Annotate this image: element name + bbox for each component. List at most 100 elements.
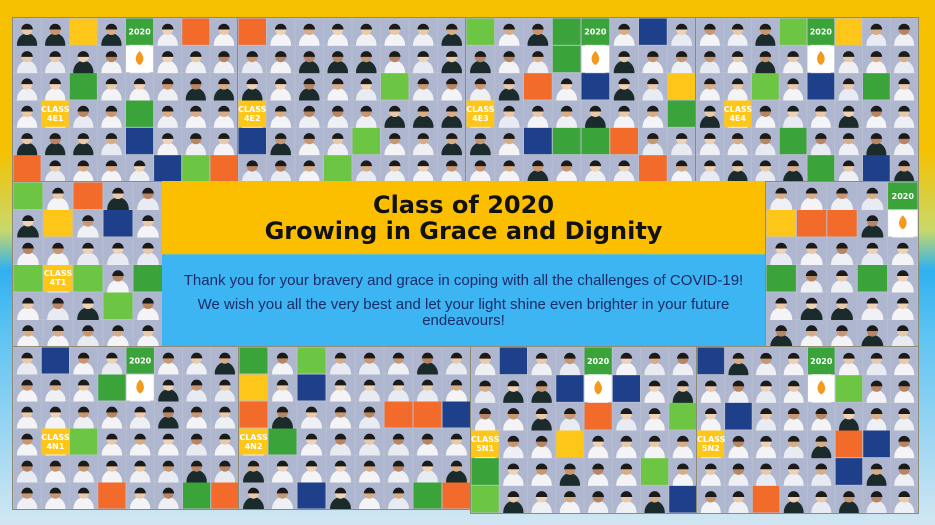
color-block xyxy=(182,18,210,45)
student-photo xyxy=(103,320,133,347)
student-photo xyxy=(352,155,380,182)
color-block xyxy=(752,485,780,513)
message-line-2: We wish you all the very best and let yo… xyxy=(197,295,730,329)
color-block xyxy=(524,73,552,100)
color-block xyxy=(133,265,163,292)
photo-grid: 2020 xyxy=(766,182,918,347)
class-collage-4e3: 2020 CLASS 4E3 xyxy=(465,17,697,183)
student-photo xyxy=(667,155,696,182)
color-block xyxy=(835,430,863,458)
color-block xyxy=(639,18,667,45)
color-block xyxy=(807,73,835,100)
class-collage-4e2: CLASS 4E2 xyxy=(237,17,467,183)
color-block xyxy=(352,127,380,155)
student-photo xyxy=(724,155,751,182)
student-photo xyxy=(154,482,182,509)
message-line-1: Thank you for your bravery and grace in … xyxy=(183,271,744,289)
student-photo xyxy=(438,155,466,182)
color-block xyxy=(556,430,584,458)
class-label: CLASS 4T1 xyxy=(43,269,73,288)
color-block xyxy=(324,155,352,182)
color-block xyxy=(552,45,581,73)
color-block xyxy=(381,73,409,100)
student-photo xyxy=(528,485,556,513)
color-block xyxy=(182,155,210,182)
photo-grid: 2020 xyxy=(696,18,918,182)
student-photo xyxy=(725,485,752,513)
student-photo xyxy=(780,485,807,513)
student-photo xyxy=(581,155,610,182)
title-line-2: Growing in Grace and Dignity xyxy=(264,216,663,245)
color-block xyxy=(639,155,667,182)
student-photo xyxy=(752,155,779,182)
color-block xyxy=(13,265,43,292)
color-block xyxy=(667,73,696,100)
color-block xyxy=(863,73,890,100)
student-photo xyxy=(495,155,523,182)
color-block xyxy=(126,100,154,127)
student-photo xyxy=(556,485,584,513)
student-photo xyxy=(641,485,669,513)
color-block xyxy=(98,482,126,509)
color-block xyxy=(835,18,862,45)
color-block xyxy=(98,374,126,401)
photo-grid xyxy=(239,347,471,509)
student-photo xyxy=(779,155,807,182)
student-photo xyxy=(499,485,527,513)
student-photo xyxy=(69,155,97,182)
color-block xyxy=(239,347,268,374)
student-photo xyxy=(584,485,612,513)
color-block xyxy=(552,18,581,45)
student-photo xyxy=(612,485,640,513)
color-block xyxy=(41,347,69,374)
color-block xyxy=(70,428,98,455)
student-photo xyxy=(827,320,857,347)
photo-grid xyxy=(13,182,163,347)
title-line-1: Class of 2020 xyxy=(372,190,555,219)
color-block xyxy=(103,292,133,319)
student-photo xyxy=(97,155,125,182)
color-block xyxy=(239,374,268,401)
color-block xyxy=(210,155,238,182)
student-photo xyxy=(381,155,409,182)
poster-frame: 2020 CLASS 4E1 CLASS 4E2 2020 CLASS 4E3 … xyxy=(0,0,935,525)
student-photo xyxy=(610,155,638,182)
class-label: CLASS 5N1 xyxy=(471,434,500,453)
year-badge-label: 2020 xyxy=(128,28,151,37)
class-label: CLASS 4E3 xyxy=(466,104,495,123)
color-block xyxy=(297,482,326,509)
student-photo xyxy=(355,482,384,509)
class-collage-4n2: CLASS 4N2 xyxy=(238,346,472,510)
student-photo xyxy=(888,320,918,347)
year-badge-label: 2020 xyxy=(587,357,610,366)
color-block xyxy=(442,401,471,428)
photo-grid: 2020 xyxy=(697,347,918,513)
photo-grid xyxy=(238,18,466,182)
student-photo xyxy=(126,482,154,509)
color-block xyxy=(154,155,182,182)
color-block xyxy=(238,18,266,45)
color-block xyxy=(669,485,697,513)
student-photo xyxy=(466,155,495,182)
color-block xyxy=(610,127,638,155)
color-block xyxy=(857,265,888,292)
student-photo xyxy=(835,155,862,182)
color-block xyxy=(766,265,796,292)
color-block xyxy=(766,210,796,237)
class-collage-4n1: 2020 CLASS 4N1 xyxy=(12,346,240,510)
student-photo xyxy=(863,485,890,513)
student-photo xyxy=(13,320,43,347)
student-photo xyxy=(41,155,69,182)
student-photo xyxy=(70,482,98,509)
student-photo xyxy=(239,482,268,509)
color-block xyxy=(69,18,97,45)
color-block xyxy=(499,347,527,375)
color-block xyxy=(556,375,584,402)
color-block xyxy=(43,210,73,237)
student-photo xyxy=(295,155,323,182)
year-badge-label: 2020 xyxy=(584,28,607,37)
color-block xyxy=(73,182,103,209)
color-block xyxy=(835,375,863,402)
color-block xyxy=(413,401,442,428)
color-block xyxy=(669,402,697,430)
